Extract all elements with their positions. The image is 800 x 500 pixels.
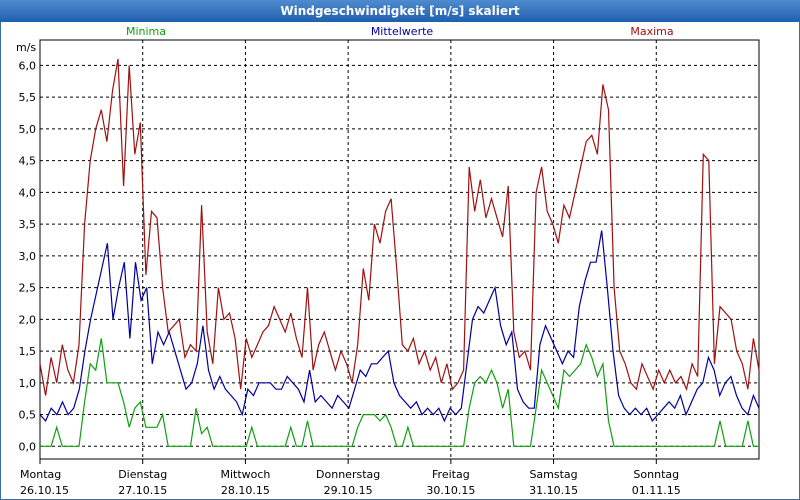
x-tick-day-label: Sonntag bbox=[633, 468, 679, 481]
x-axis: Montag 26.10.15 Dienstag 27.10.15 Mittwoch 28… bbox=[20, 459, 681, 497]
x-tick-date-label: 30.10.15 bbox=[426, 484, 475, 497]
y-tick-label: 5,5 bbox=[19, 91, 37, 104]
y-tick-label: 3,0 bbox=[19, 250, 37, 263]
y-tick-label: 0,0 bbox=[19, 440, 37, 453]
legend: Maxima Mittelwerte Minima bbox=[126, 25, 674, 38]
x-tick-day-label: Samstag bbox=[529, 468, 577, 481]
legend-minima: Minima bbox=[126, 25, 166, 38]
y-tick-label: 0,5 bbox=[19, 409, 37, 422]
legend-mittelwerte: Mittelwerte bbox=[371, 25, 434, 38]
y-tick-label: 2,5 bbox=[19, 282, 37, 295]
legend-maxima: Maxima bbox=[630, 25, 673, 38]
y-tick-label: 5,0 bbox=[19, 123, 37, 136]
x-tick-day-label: Freitag bbox=[432, 468, 470, 481]
y-tick-label: 3,5 bbox=[19, 218, 37, 231]
x-tick-date-label: 29.10.15 bbox=[324, 484, 373, 497]
y-tick-label: 6,0 bbox=[19, 59, 37, 72]
y-tick-label: 4,5 bbox=[19, 155, 37, 168]
wind-speed-chart: 0,00,51,01,52,02,53,03,54,04,55,05,56,0 … bbox=[16, 25, 760, 497]
x-tick-date-label: 28.10.15 bbox=[221, 484, 270, 497]
x-tick-day-label: Mittwoch bbox=[220, 468, 270, 481]
x-tick-date-label: 01.11.15 bbox=[632, 484, 681, 497]
y-tick-label: 1,0 bbox=[19, 377, 37, 390]
x-tick-day-label: Donnerstag bbox=[316, 468, 380, 481]
y-axis-unit-label: m/s bbox=[16, 41, 36, 54]
y-tick-label: 1,5 bbox=[19, 345, 37, 358]
y-tick-label: 4,0 bbox=[19, 186, 37, 199]
x-tick-date-label: 26.10.15 bbox=[20, 484, 69, 497]
y-axis: 0,0 0,5 1,0 1,5 2,0 2,5 3,0 3,5 4,0 4,5 5,0 5,5 6,0 bbox=[19, 59, 37, 453]
x-tick-day-label: Montag bbox=[20, 468, 61, 481]
x-tick-date-label: 31.10.15 bbox=[529, 484, 578, 497]
x-tick-date-label: 27.10.15 bbox=[118, 484, 167, 497]
x-tick-day-label: Dienstag bbox=[118, 468, 167, 481]
y-tick-label: 2,0 bbox=[19, 313, 37, 326]
